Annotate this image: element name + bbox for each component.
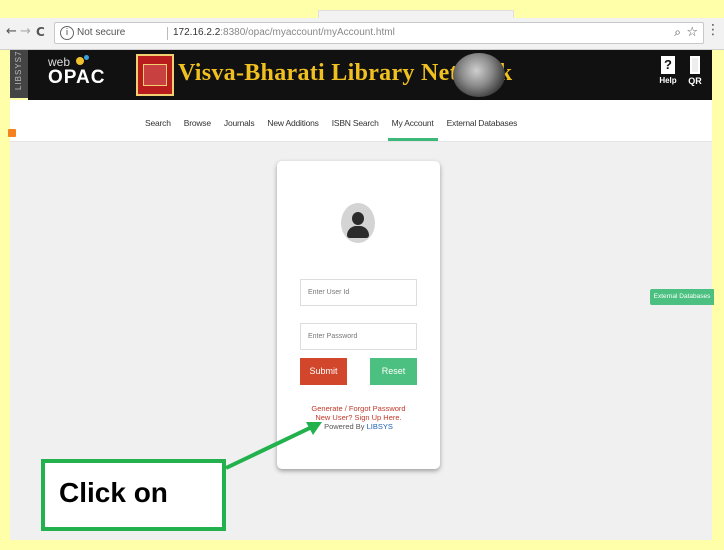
help-label: Help xyxy=(659,76,677,85)
nav-my-account[interactable]: My Account xyxy=(387,118,438,141)
powered-by: Powered By LIBSYS xyxy=(324,422,393,431)
university-emblem xyxy=(136,54,174,96)
url-text[interactable]: 172.16.2.2:8380/opac/myaccount/myAccount… xyxy=(173,27,395,38)
qr-label: QR xyxy=(688,76,702,86)
header-banner: web OPAC Visva-Bharati Library Network ?… xyxy=(28,50,712,100)
rss-icon[interactable] xyxy=(8,129,16,137)
address-bar[interactable]: i Not secure 172.16.2.2:8380/opac/myacco… xyxy=(54,22,704,44)
logo-opac-text: OPAC xyxy=(48,67,106,88)
libsys-side-strip: LIBSYS7 xyxy=(10,50,28,98)
nav-browse[interactable]: Browse xyxy=(184,118,211,128)
generate-password-link[interactable]: Generate / Forgot Password xyxy=(277,404,440,413)
login-links: Generate / Forgot Password New User? Sig… xyxy=(277,404,440,431)
nav-new-additions[interactable]: New Additions xyxy=(267,118,318,128)
browser-chrome: ← → C i Not secure 172.16.2.2:8380/opac/… xyxy=(0,0,724,50)
phone-icon xyxy=(690,56,700,74)
user-avatar-icon xyxy=(341,203,375,243)
forward-button[interactable]: → xyxy=(20,24,31,39)
main-nav: Search Browse Journals New Additions ISB… xyxy=(8,100,712,142)
libsys-brand-link[interactable]: LIBSYS xyxy=(367,422,393,431)
security-label: Not secure xyxy=(77,27,126,38)
user-id-input[interactable]: Enter User Id xyxy=(300,279,417,306)
founder-portrait xyxy=(453,53,505,97)
star-icon[interactable]: ☆ xyxy=(686,25,698,40)
menu-icon[interactable]: ⋮ xyxy=(706,22,720,38)
browser-tab[interactable] xyxy=(318,10,514,18)
info-icon[interactable]: i xyxy=(60,26,74,40)
logo-dot-icon xyxy=(84,55,89,60)
divider xyxy=(167,27,168,40)
back-button[interactable]: ← xyxy=(6,24,17,39)
reload-button[interactable]: C xyxy=(36,25,45,39)
libsys-strip-label: LIBSYS7 xyxy=(14,50,23,90)
nav-search[interactable]: Search xyxy=(145,118,171,128)
submit-button[interactable]: Submit xyxy=(300,358,347,385)
nav-external-databases[interactable]: External Databases xyxy=(447,118,518,128)
nav-journals[interactable]: Journals xyxy=(224,118,255,128)
external-databases-tab[interactable]: External Databases xyxy=(650,289,714,305)
qr-button[interactable]: QR xyxy=(686,56,704,86)
tab-strip xyxy=(0,0,724,18)
annotation-callout: Click on xyxy=(41,459,226,531)
help-icon: ? xyxy=(661,56,675,74)
logo-dot-icon xyxy=(76,57,84,65)
address-bar-row: ← → C i Not secure 172.16.2.2:8380/opac/… xyxy=(0,18,724,50)
webopac-logo[interactable]: web OPAC xyxy=(48,55,105,87)
help-button[interactable]: ? Help xyxy=(658,56,678,85)
password-input[interactable]: Enter Password xyxy=(300,323,417,350)
reset-button[interactable]: Reset xyxy=(370,358,417,385)
signup-link[interactable]: New User? Sign Up Here. xyxy=(277,413,440,422)
nav-isbn-search[interactable]: ISBN Search xyxy=(332,118,379,128)
login-card: Enter User Id Enter Password Submit Rese… xyxy=(277,161,440,469)
search-icon[interactable]: ⌕ xyxy=(674,25,681,40)
annotation-text: Click on xyxy=(59,477,168,508)
